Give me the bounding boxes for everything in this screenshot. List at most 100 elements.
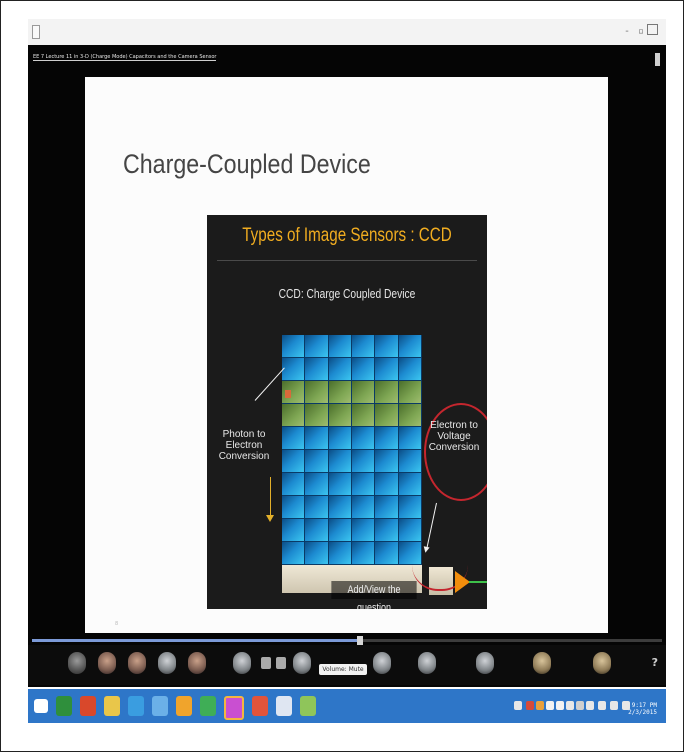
ccd-pixel [328, 450, 352, 473]
output-arrow-icon [455, 571, 470, 593]
downward-arrow-icon [266, 477, 274, 522]
ccd-pixel [352, 473, 376, 496]
app-icon-3[interactable] [152, 696, 168, 716]
ccd-pixel [282, 335, 306, 358]
ccd-pixel [375, 358, 399, 381]
fullscreen-button[interactable] [593, 652, 611, 674]
app-icon [32, 25, 40, 39]
tray-icon[interactable] [536, 701, 544, 710]
ccd-pixel [352, 542, 376, 565]
ccd-pixel [328, 519, 352, 542]
ccd-pixel [305, 381, 329, 404]
taskbar-clock[interactable]: 9:17 PM 2/3/2015 [628, 702, 657, 716]
ccd-pixel [282, 519, 306, 542]
slides-button[interactable] [373, 652, 391, 674]
minimize-restore-glyphs[interactable]: - ▫ [624, 26, 645, 37]
ccd-pixel [305, 542, 329, 565]
ccd-pixel [328, 381, 352, 404]
settings-icon[interactable] [276, 657, 286, 669]
screenshot-frame: - ▫ EE 7 Lecture 11 in 3-D (Charge Mode)… [0, 0, 684, 752]
window-controls[interactable]: - ▫ [624, 24, 658, 37]
tray-icon[interactable] [526, 701, 534, 710]
previous-button[interactable] [68, 652, 86, 674]
rewind-button[interactable] [98, 652, 116, 674]
ccd-pixel [328, 404, 352, 427]
seek-progress [32, 639, 360, 642]
app-icon-1[interactable] [56, 696, 72, 716]
app-icon-7[interactable] [252, 696, 268, 716]
share-button[interactable] [533, 652, 551, 674]
video-player[interactable]: EE 7 Lecture 11 in 3-D (Charge Mode) Cap… [28, 45, 666, 687]
ccd-pixel [398, 427, 422, 450]
ccd-pixel [352, 358, 376, 381]
ccd-pixel [328, 473, 352, 496]
ccd-pixel [328, 358, 352, 381]
speed-button[interactable] [293, 652, 311, 674]
output-line [469, 581, 487, 583]
forward-button[interactable] [158, 652, 176, 674]
ccd-pixel [375, 427, 399, 450]
ccd-pixel [352, 381, 376, 404]
next-button[interactable] [188, 652, 206, 674]
photon-pointer-line [254, 367, 285, 401]
annotation-mark [285, 390, 291, 398]
ccd-pixel [398, 542, 422, 565]
question-overlay[interactable]: Add/View the question [331, 581, 417, 609]
slide-title: Charge-Coupled Device [123, 149, 371, 179]
ccd-pixel [375, 496, 399, 519]
system-tray: 9:17 PM 2/3/2015 [514, 697, 659, 716]
ccd-pixel [352, 450, 376, 473]
ccd-pixel [282, 496, 306, 519]
tray-icon[interactable] [610, 701, 618, 710]
start-icon[interactable] [34, 699, 48, 713]
app-icon-4[interactable] [176, 696, 192, 716]
caption-icon[interactable] [261, 657, 271, 669]
volume-button[interactable] [233, 652, 251, 674]
panel-title: Types of Image Sensors : CCD [242, 225, 452, 246]
ccd-diagram-panel: Types of Image Sensors : CCD CCD: Charge… [207, 215, 487, 609]
folder-icon[interactable] [104, 696, 120, 716]
photon-to-electron-label: Photon to Electron Conversion [218, 429, 270, 462]
ccd-pixel [305, 427, 329, 450]
ccd-pixel [375, 335, 399, 358]
ccd-pixel [305, 404, 329, 427]
notes-button[interactable] [418, 652, 436, 674]
bookmark-button[interactable] [476, 652, 494, 674]
app-icon-2[interactable] [80, 696, 96, 716]
tray-icon[interactable] [586, 701, 594, 710]
ie-icon[interactable] [128, 696, 144, 716]
help-button[interactable]: ? [652, 656, 658, 669]
ccd-pixel [328, 542, 352, 565]
windows-taskbar: 9:17 PM 2/3/2015 [28, 689, 666, 723]
tray-icon[interactable] [556, 701, 564, 710]
ccd-pixel [398, 473, 422, 496]
tray-icon[interactable] [546, 701, 554, 710]
app-icon-5[interactable] [200, 696, 216, 716]
ccd-pixel [398, 381, 422, 404]
slide-footer: 8 [115, 621, 119, 627]
tray-icon[interactable] [598, 701, 606, 710]
volume-tooltip: Volume: Mute [319, 664, 367, 675]
ccd-pixel [305, 450, 329, 473]
ccd-pixel [375, 381, 399, 404]
ccd-pixel [282, 358, 306, 381]
app-icon-8[interactable] [276, 696, 292, 716]
video-title[interactable]: EE 7 Lecture 11 in 3-D (Charge Mode) Cap… [33, 54, 217, 61]
options-icon[interactable] [655, 53, 660, 66]
maximize-icon[interactable] [647, 24, 658, 35]
ccd-pixel [398, 335, 422, 358]
ccd-pixel [375, 450, 399, 473]
seek-handle[interactable] [356, 636, 363, 645]
ccd-pixel [328, 496, 352, 519]
ccd-pixel [352, 427, 376, 450]
lecture-slide: Charge-Coupled Device Types of Image Sen… [85, 77, 608, 633]
tray-icon[interactable] [566, 701, 574, 710]
divider [217, 260, 477, 261]
ccd-pixel [398, 496, 422, 519]
tray-icon[interactable] [576, 701, 584, 710]
play-button[interactable] [128, 652, 146, 674]
tray-icon[interactable] [514, 701, 522, 710]
voltage-pointer-arrow-icon [426, 502, 437, 548]
app-icon-6[interactable] [224, 696, 244, 720]
app-icon-9[interactable] [300, 696, 316, 716]
